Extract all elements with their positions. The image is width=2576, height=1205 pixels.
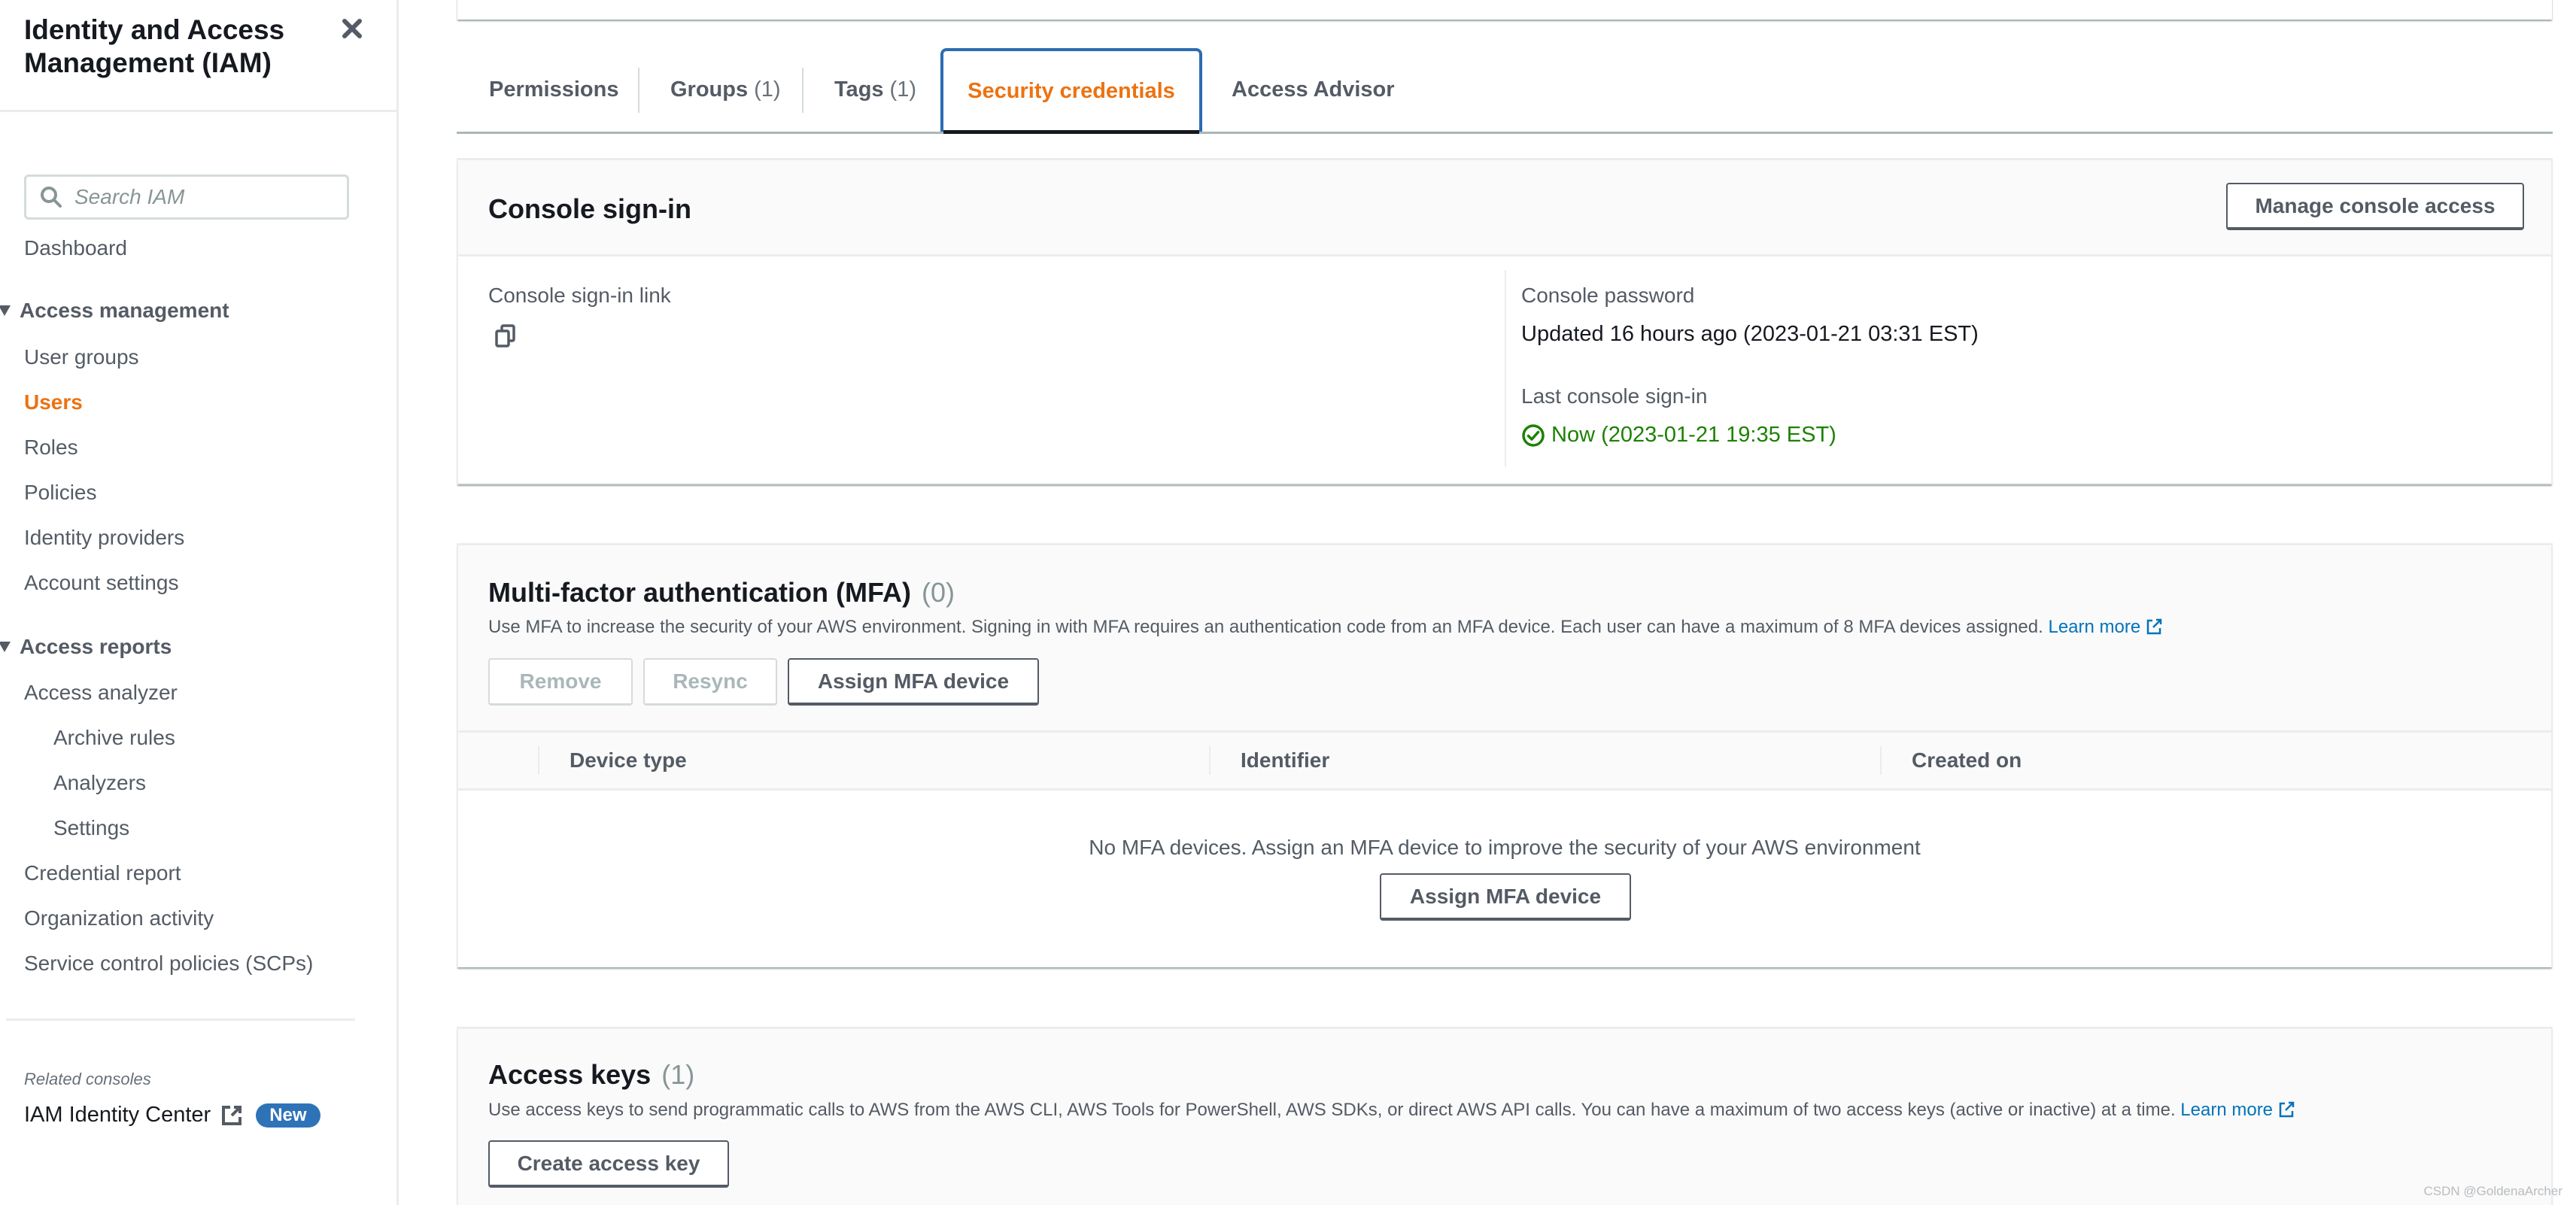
remove-mfa-button[interactable]: Remove [488,658,633,706]
mfa-title-text: Multi-factor authentication (MFA) [488,577,911,608]
tab-divider [638,68,639,113]
console-password-label: Console password [1521,284,1695,307]
tab-groups[interactable]: Groups (1) [670,48,781,132]
mfa-title: Multi-factor authentication (MFA) (0) [488,577,955,609]
close-sidebar-button[interactable] [337,14,367,44]
sidebar-item-roles[interactable]: Roles [24,435,78,460]
access-keys-description-text: Use access keys to send programmatic cal… [488,1100,2176,1120]
column-divider [1861,0,1862,1]
manage-console-access-button[interactable]: Manage console access [2226,183,2524,230]
last-signin-value: Now (2023-01-21 19:35 EST) [1521,423,1836,448]
assign-mfa-device-button[interactable]: Assign MFA device [788,658,1039,706]
tab-label: Security credentials [968,79,1175,103]
close-icon [342,19,362,38]
create-access-key-button[interactable]: Create access key [488,1140,729,1188]
access-keys-learn-more-link[interactable]: Learn more [2180,1100,2295,1120]
tab-permissions[interactable]: Permissions [489,48,618,132]
tab-security-credentials[interactable]: Security credentials [940,48,1202,134]
sidebar-item-dashboard[interactable]: Dashboard [24,235,127,261]
tab-label: Groups [670,77,749,102]
tab-count: (1) [889,77,916,102]
console-signin-title: Console sign-in [488,193,691,224]
learn-more-label: Learn more [2048,617,2141,637]
mfa-table-body: No MFA devices. Assign an MFA device to … [458,791,2551,967]
tab-label: Permissions [489,77,619,102]
last-signin-label: Last console sign-in [1521,384,1708,408]
sidebar-item-archive-rules[interactable]: Archive rules [53,725,175,751]
tab-tags[interactable]: Tags (1) [834,48,916,132]
related-link-label: IAM Identity Center [24,1103,211,1127]
tab-label: Tags [834,77,884,102]
mfa-card: Multi-factor authentication (MFA) (0) Us… [457,543,2553,967]
column-divider [1209,746,1211,775]
sidebar-item-policies[interactable]: Policies [24,480,96,505]
console-password-value: Updated 16 hours ago (2023-01-21 03:31 E… [1521,322,1979,346]
access-keys-description: Use access keys to send programmatic cal… [488,1100,2295,1121]
check-circle-icon [1522,423,1545,447]
column-header-identifier[interactable]: Identifier [1241,733,1329,788]
sidebar-section-access-reports[interactable]: Access reports [0,634,172,660]
sidebar-item-organization-activity[interactable]: Organization activity [24,906,214,931]
mfa-description: Use MFA to increase the security of your… [488,617,2163,638]
console-signin-card: Console sign-in Manage console access Co… [457,158,2553,484]
sidebar-divider [6,1018,355,1021]
caret-down-icon [0,642,11,652]
column-divider [1505,270,1506,467]
user-tabs: Permissions Groups (1) Tags (1) Security… [457,48,2553,134]
access-keys-title-text: Access keys [488,1059,652,1090]
column-divider [1170,0,1171,1]
column-header-device-type[interactable]: Device type [570,733,687,788]
related-consoles-label: Related consoles [24,1070,151,1088]
access-keys-title: Access keys (1) [488,1059,694,1091]
search-icon [41,187,62,208]
sidebar-item-settings[interactable]: Settings [53,815,129,841]
external-link-icon [2279,1101,2295,1118]
assign-mfa-device-empty-button[interactable]: Assign MFA device [1380,873,1631,921]
external-link-icon [2146,618,2162,635]
iam-identity-center-link[interactable]: IAM Identity Center New [24,1103,320,1128]
user-summary-card [457,0,2553,20]
console-signin-link-label: Console sign-in link [488,284,671,307]
tab-label: Access Advisor [1232,77,1395,102]
mfa-learn-more-link[interactable]: Learn more [2048,617,2163,637]
tab-access-advisor[interactable]: Access Advisor [1232,48,1395,132]
mfa-description-text: Use MFA to increase the security of your… [488,617,2043,637]
access-keys-card: Access keys (1) Use access keys to send … [457,1027,2553,1205]
mfa-empty-state-text: No MFA devices. Assign an MFA device to … [1089,836,1921,859]
mfa-table-header: Device type Identifier Created on [458,730,2551,791]
last-signin-text: Now (2023-01-21 19:35 EST) [1551,423,1836,447]
access-keys-count: (1) [661,1059,695,1090]
column-divider [1880,746,1882,775]
console-signin-header: Console sign-in Manage console access [458,160,2551,256]
copy-icon [495,324,515,348]
sidebar-divider [0,110,397,112]
sidebar: Identity and Access Management (IAM) Das… [0,0,399,1205]
external-link-icon [222,1105,242,1125]
copy-signin-link-button[interactable] [494,324,518,348]
search-box[interactable] [24,175,349,220]
new-badge: New [256,1103,320,1128]
column-divider [538,746,539,775]
sidebar-item-user-groups[interactable]: User groups [24,345,139,370]
sidebar-section-access-management[interactable]: Access management [0,298,229,323]
search-input[interactable] [74,185,345,209]
sidebar-item-scps[interactable]: Service control policies (SCPs) [24,951,313,976]
sidebar-title: Identity and Access Management (IAM) [24,14,285,78]
sidebar-item-analyzers[interactable]: Analyzers [53,770,146,796]
sidebar-item-credential-report[interactable]: Credential report [24,860,181,886]
tab-count: (1) [754,77,781,102]
column-header-created-on[interactable]: Created on [1912,733,2022,788]
sidebar-item-identity-providers[interactable]: Identity providers [24,525,184,551]
learn-more-label: Learn more [2180,1100,2274,1120]
caret-down-icon [0,305,11,316]
section-label: Access management [20,299,229,322]
sidebar-item-account-settings[interactable]: Account settings [24,570,178,596]
resync-mfa-button[interactable]: Resync [643,658,777,706]
sidebar-item-users[interactable]: Users [24,390,83,415]
tab-divider [802,68,803,113]
sidebar-item-access-analyzer[interactable]: Access analyzer [24,680,178,706]
section-label: Access reports [20,635,172,658]
watermark: CSDN @GoldenaArcher [2423,1184,2563,1198]
mfa-count: (0) [921,577,955,608]
